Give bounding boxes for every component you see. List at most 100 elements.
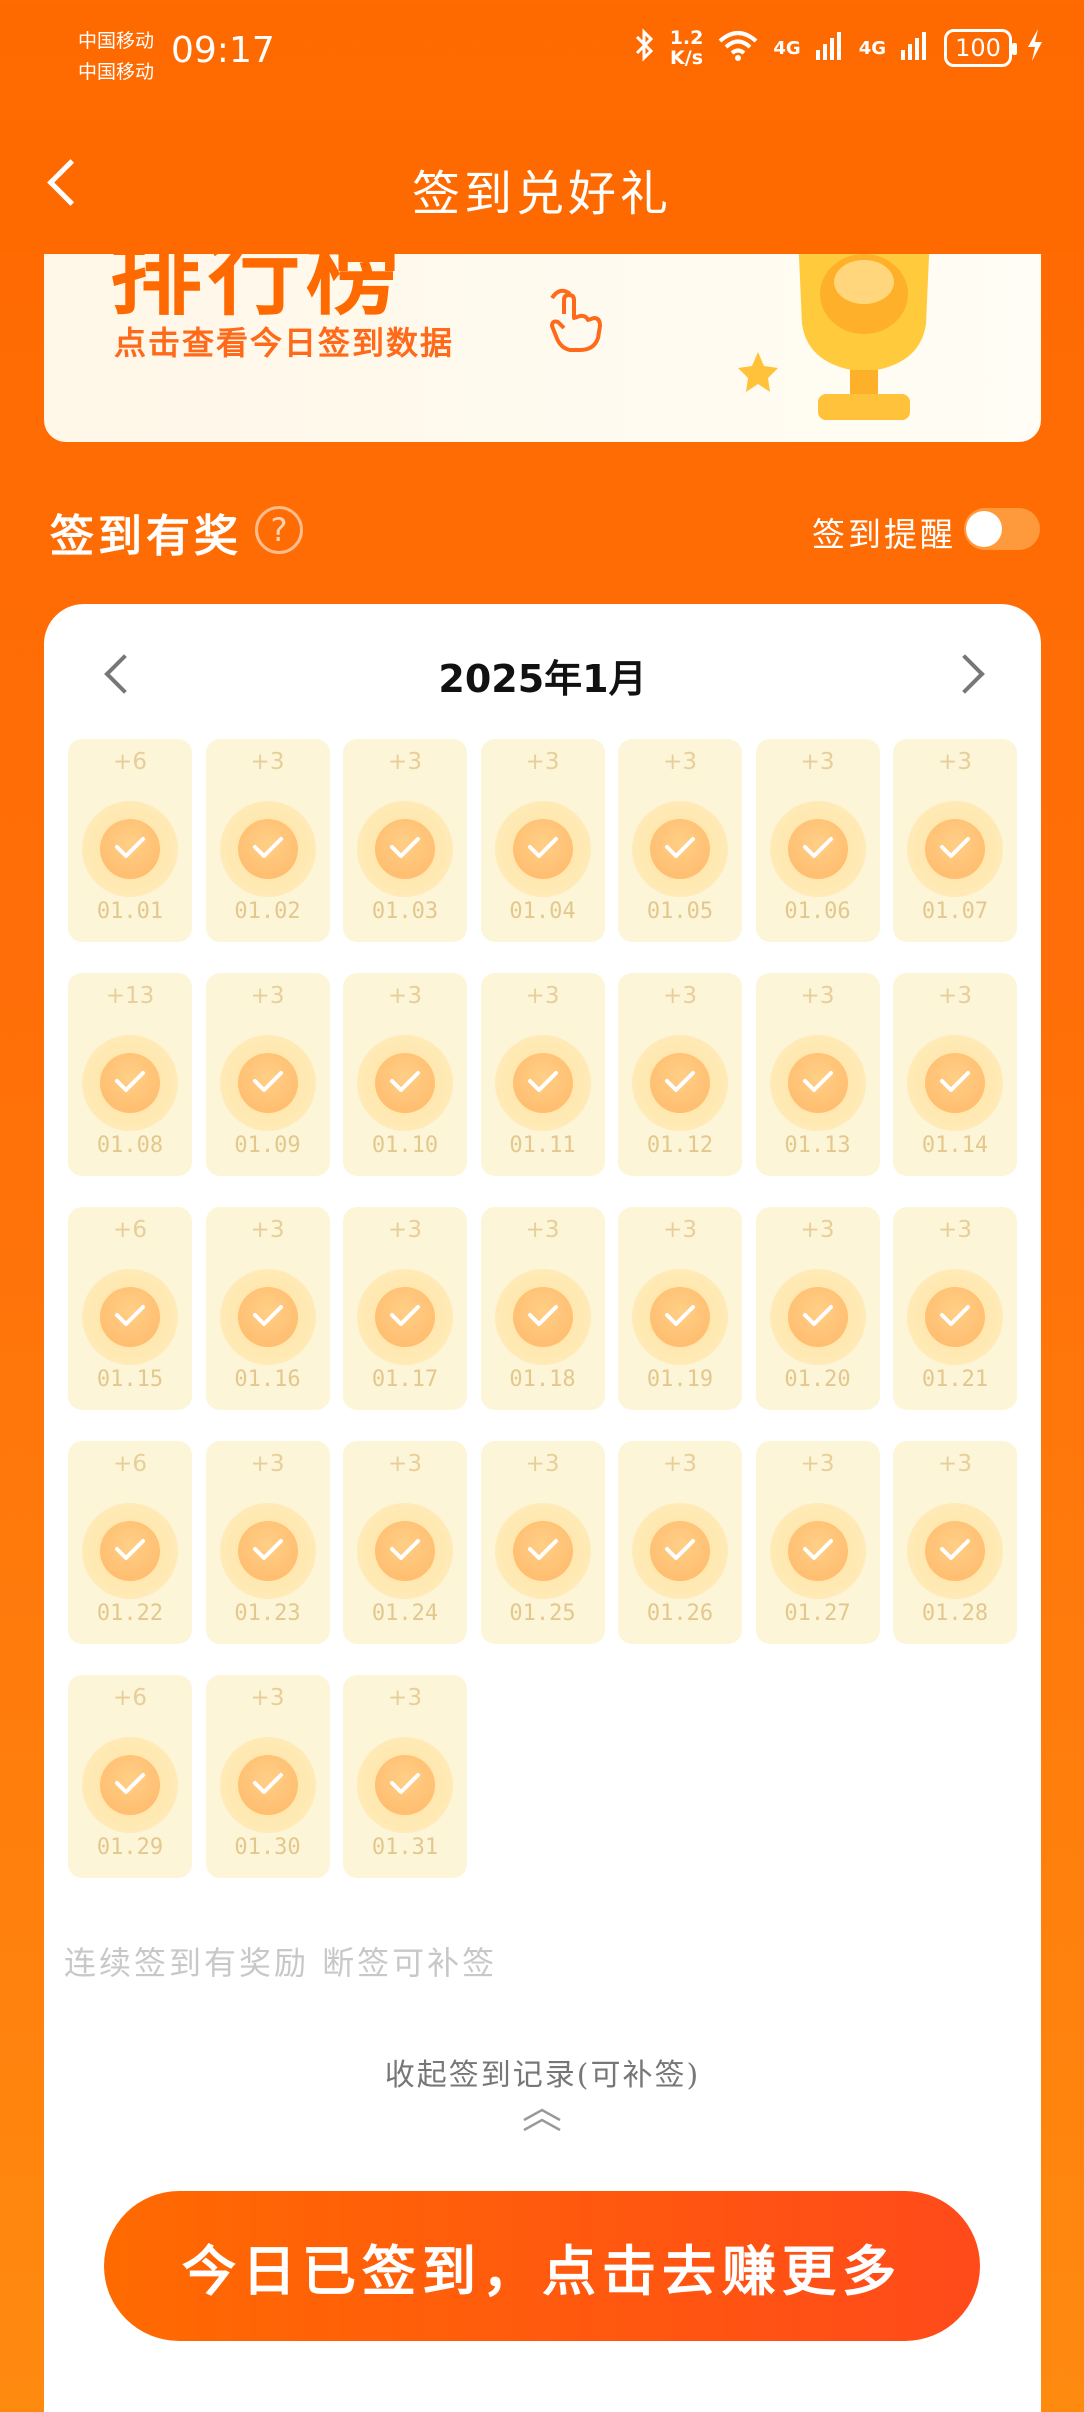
- calendar-day[interactable]: +6 01.15: [68, 1207, 192, 1410]
- reminder-label: 签到提醒: [812, 515, 956, 554]
- day-date: 01.10: [371, 1133, 439, 1158]
- calendar-day[interactable]: +6 01.22: [68, 1441, 192, 1644]
- calendar-day[interactable]: +3 01.20: [755, 1207, 880, 1410]
- day-bonus: +6: [113, 1451, 147, 1477]
- calendar-day[interactable]: +3 01.18: [480, 1207, 605, 1410]
- day-date: 01.29: [96, 1835, 164, 1860]
- day-date: 01.20: [784, 1367, 851, 1392]
- calendar-day[interactable]: +3 01.21: [893, 1207, 1017, 1410]
- calendar-day[interactable]: +3 01.07: [893, 739, 1017, 942]
- signed-check-icon: [219, 1269, 316, 1365]
- day-bonus: +3: [525, 749, 560, 775]
- signed-check-icon: [219, 801, 316, 897]
- earn-more-button[interactable]: 今日已签到，点击去赚更多: [104, 2191, 980, 2341]
- day-bonus: +3: [800, 1217, 835, 1243]
- signed-check-icon: [357, 801, 453, 897]
- calendar-day[interactable]: +3 01.25: [480, 1441, 605, 1644]
- calendar-day[interactable]: +3 01.04: [480, 739, 605, 942]
- day-bonus: +3: [663, 1451, 697, 1477]
- wifi-icon: [717, 29, 759, 67]
- day-date: 01.04: [509, 899, 576, 924]
- day-date: 01.25: [509, 1601, 576, 1626]
- status-time: 09:17: [171, 30, 275, 71]
- calendar-grid: +6 01.01 +3 01.02 +3 01.03 +3 01.04 +3 01.05 +3 01.…: [68, 739, 1017, 1878]
- signed-check-icon: [82, 1269, 178, 1365]
- day-bonus: +3: [938, 749, 972, 775]
- toggle-knob: [966, 511, 1002, 547]
- page-title: 签到兑好礼: [411, 166, 672, 222]
- day-date: 01.14: [921, 1133, 989, 1158]
- calendar-day[interactable]: +3 01.12: [618, 973, 742, 1176]
- signed-check-icon: [82, 1737, 178, 1833]
- day-bonus: +3: [938, 983, 972, 1009]
- day-date: 01.15: [96, 1367, 164, 1392]
- signed-check-icon: [632, 1503, 728, 1599]
- signed-check-icon: [82, 801, 178, 897]
- banner-subtitle: 点击查看今日签到数据: [114, 324, 455, 362]
- calendar-day[interactable]: +3 01.09: [205, 973, 330, 1176]
- leaderboard-banner[interactable]: 排行榜 点击查看今日签到数据: [44, 254, 1041, 442]
- network-speed: 1.2 K/s: [670, 28, 704, 68]
- status-bar: 中国移动 中国移动 09:17 1.2 K/s 4G 4G 100: [0, 0, 1084, 120]
- day-bonus: +6: [113, 1217, 147, 1243]
- reminder-toggle[interactable]: [964, 508, 1040, 550]
- day-bonus: +3: [388, 1685, 422, 1711]
- calendar-day[interactable]: +3 01.23: [205, 1441, 330, 1644]
- signed-check-icon: [632, 1269, 728, 1365]
- calendar-day[interactable]: +3 01.11: [480, 973, 605, 1176]
- signed-check-icon: [494, 1269, 591, 1365]
- signed-check-icon: [494, 1035, 591, 1131]
- day-bonus: +3: [388, 749, 422, 775]
- calendar-day[interactable]: +13 01.08: [68, 973, 192, 1176]
- calendar-day[interactable]: +3 01.13: [755, 973, 880, 1176]
- calendar-day[interactable]: +3 01.05: [618, 739, 742, 942]
- calendar-day[interactable]: +3 01.16: [205, 1207, 330, 1410]
- day-bonus: +3: [525, 983, 560, 1009]
- calendar-day[interactable]: +3 01.17: [343, 1207, 467, 1410]
- collapse-records-link[interactable]: 收起签到记录(可补签): [44, 2050, 1041, 2094]
- signed-check-icon: [219, 1503, 316, 1599]
- calendar-day[interactable]: +3 01.10: [343, 973, 467, 1176]
- calendar-day[interactable]: +3 01.31: [343, 1675, 467, 1878]
- calendar-day[interactable]: +3 01.26: [618, 1441, 742, 1644]
- signed-check-icon: [82, 1503, 178, 1599]
- calendar-day[interactable]: +6 01.29: [68, 1675, 192, 1878]
- day-date: 01.21: [921, 1367, 989, 1392]
- calendar-day[interactable]: +3 01.14: [893, 973, 1017, 1176]
- calendar-day[interactable]: +3 01.19: [618, 1207, 742, 1410]
- help-icon[interactable]: ?: [255, 506, 303, 554]
- calendar-day[interactable]: +3 01.02: [205, 739, 330, 942]
- double-chevron-up-icon[interactable]: [520, 2106, 564, 2134]
- carrier-1: 中国移动: [78, 30, 155, 52]
- calendar-day[interactable]: +3 01.28: [893, 1441, 1017, 1644]
- tap-hand-icon: [550, 288, 602, 352]
- signed-check-icon: [357, 1269, 453, 1365]
- day-bonus: +3: [663, 749, 697, 775]
- day-bonus: +3: [388, 1217, 422, 1243]
- day-date: 01.13: [784, 1133, 851, 1158]
- calendar-day[interactable]: +3 01.06: [755, 739, 880, 942]
- signed-check-icon: [494, 801, 591, 897]
- day-bonus: +3: [250, 983, 285, 1009]
- day-date: 01.23: [234, 1601, 301, 1626]
- day-bonus: +3: [938, 1217, 972, 1243]
- signed-check-icon: [357, 1503, 453, 1599]
- calendar-day[interactable]: +3 01.24: [343, 1441, 467, 1644]
- signed-check-icon: [907, 1035, 1003, 1131]
- charging-icon: [1026, 28, 1044, 68]
- next-month-button[interactable]: [949, 644, 989, 704]
- day-bonus: +3: [663, 983, 697, 1009]
- signed-check-icon: [357, 1737, 453, 1833]
- signed-check-icon: [769, 801, 866, 897]
- calendar-day[interactable]: +3 01.03: [343, 739, 467, 942]
- calendar-day[interactable]: +3 01.27: [755, 1441, 880, 1644]
- calendar-day[interactable]: +6 01.01: [68, 739, 192, 942]
- signed-check-icon: [769, 1269, 866, 1365]
- day-bonus: +13: [105, 983, 155, 1009]
- calendar-day[interactable]: +3 01.30: [205, 1675, 330, 1878]
- signed-check-icon: [219, 1737, 316, 1833]
- calendar-card: 2025年1月 +6 01.01 +3 01.02 +3 01.03 +3 01.04 +3 01…: [44, 604, 1041, 2412]
- day-bonus: +3: [800, 983, 835, 1009]
- day-date: 01.28: [921, 1601, 989, 1626]
- day-bonus: +3: [388, 983, 422, 1009]
